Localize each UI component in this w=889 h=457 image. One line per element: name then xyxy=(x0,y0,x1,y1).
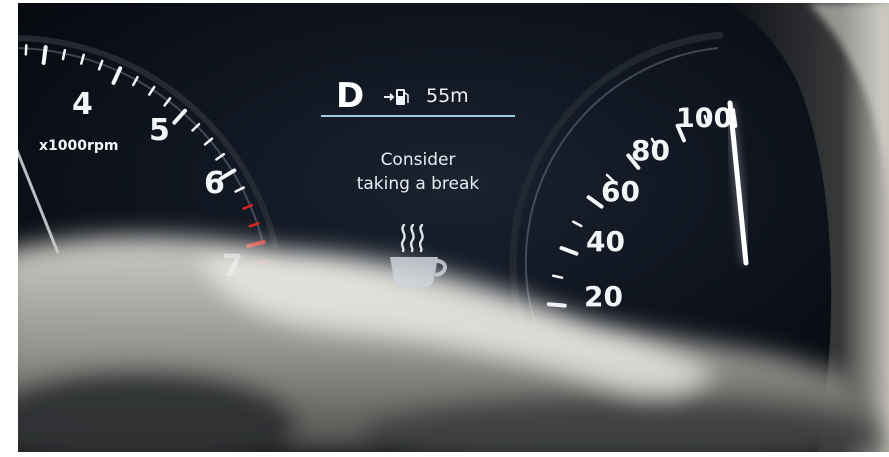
fuel-range-value: 55m xyxy=(426,85,469,107)
speed-label-40: 40 xyxy=(586,225,625,258)
speed-label-100: 100 xyxy=(676,103,733,134)
instrument-cluster xyxy=(18,3,889,452)
gauge-tick xyxy=(61,49,67,61)
speed-label-60: 60 xyxy=(601,175,640,208)
gauge-tick xyxy=(546,302,567,308)
message-line-1: Consider xyxy=(380,150,456,170)
speed-label-80: 80 xyxy=(631,134,670,167)
tach-unit-label: x1000rpm xyxy=(39,138,119,154)
tach-label-7: 7 xyxy=(222,249,243,284)
display-divider xyxy=(321,115,515,117)
tach-label-6: 6 xyxy=(204,166,225,201)
gear-indicator: D xyxy=(336,76,365,116)
dashboard-photo: 4 5 6 7 x1000rpm D 55m Consider taking a… xyxy=(18,3,889,452)
message-line-2: taking a break xyxy=(356,174,480,194)
speed-label-20: 20 xyxy=(584,280,623,313)
break-reminder-message: Consider taking a break xyxy=(318,148,518,196)
fuel-pump-icon xyxy=(384,89,409,105)
coffee-cup-icon xyxy=(390,223,447,287)
gauge-tick xyxy=(41,45,48,65)
tach-label-4: 4 xyxy=(72,87,93,122)
tach-label-5: 5 xyxy=(149,113,170,148)
